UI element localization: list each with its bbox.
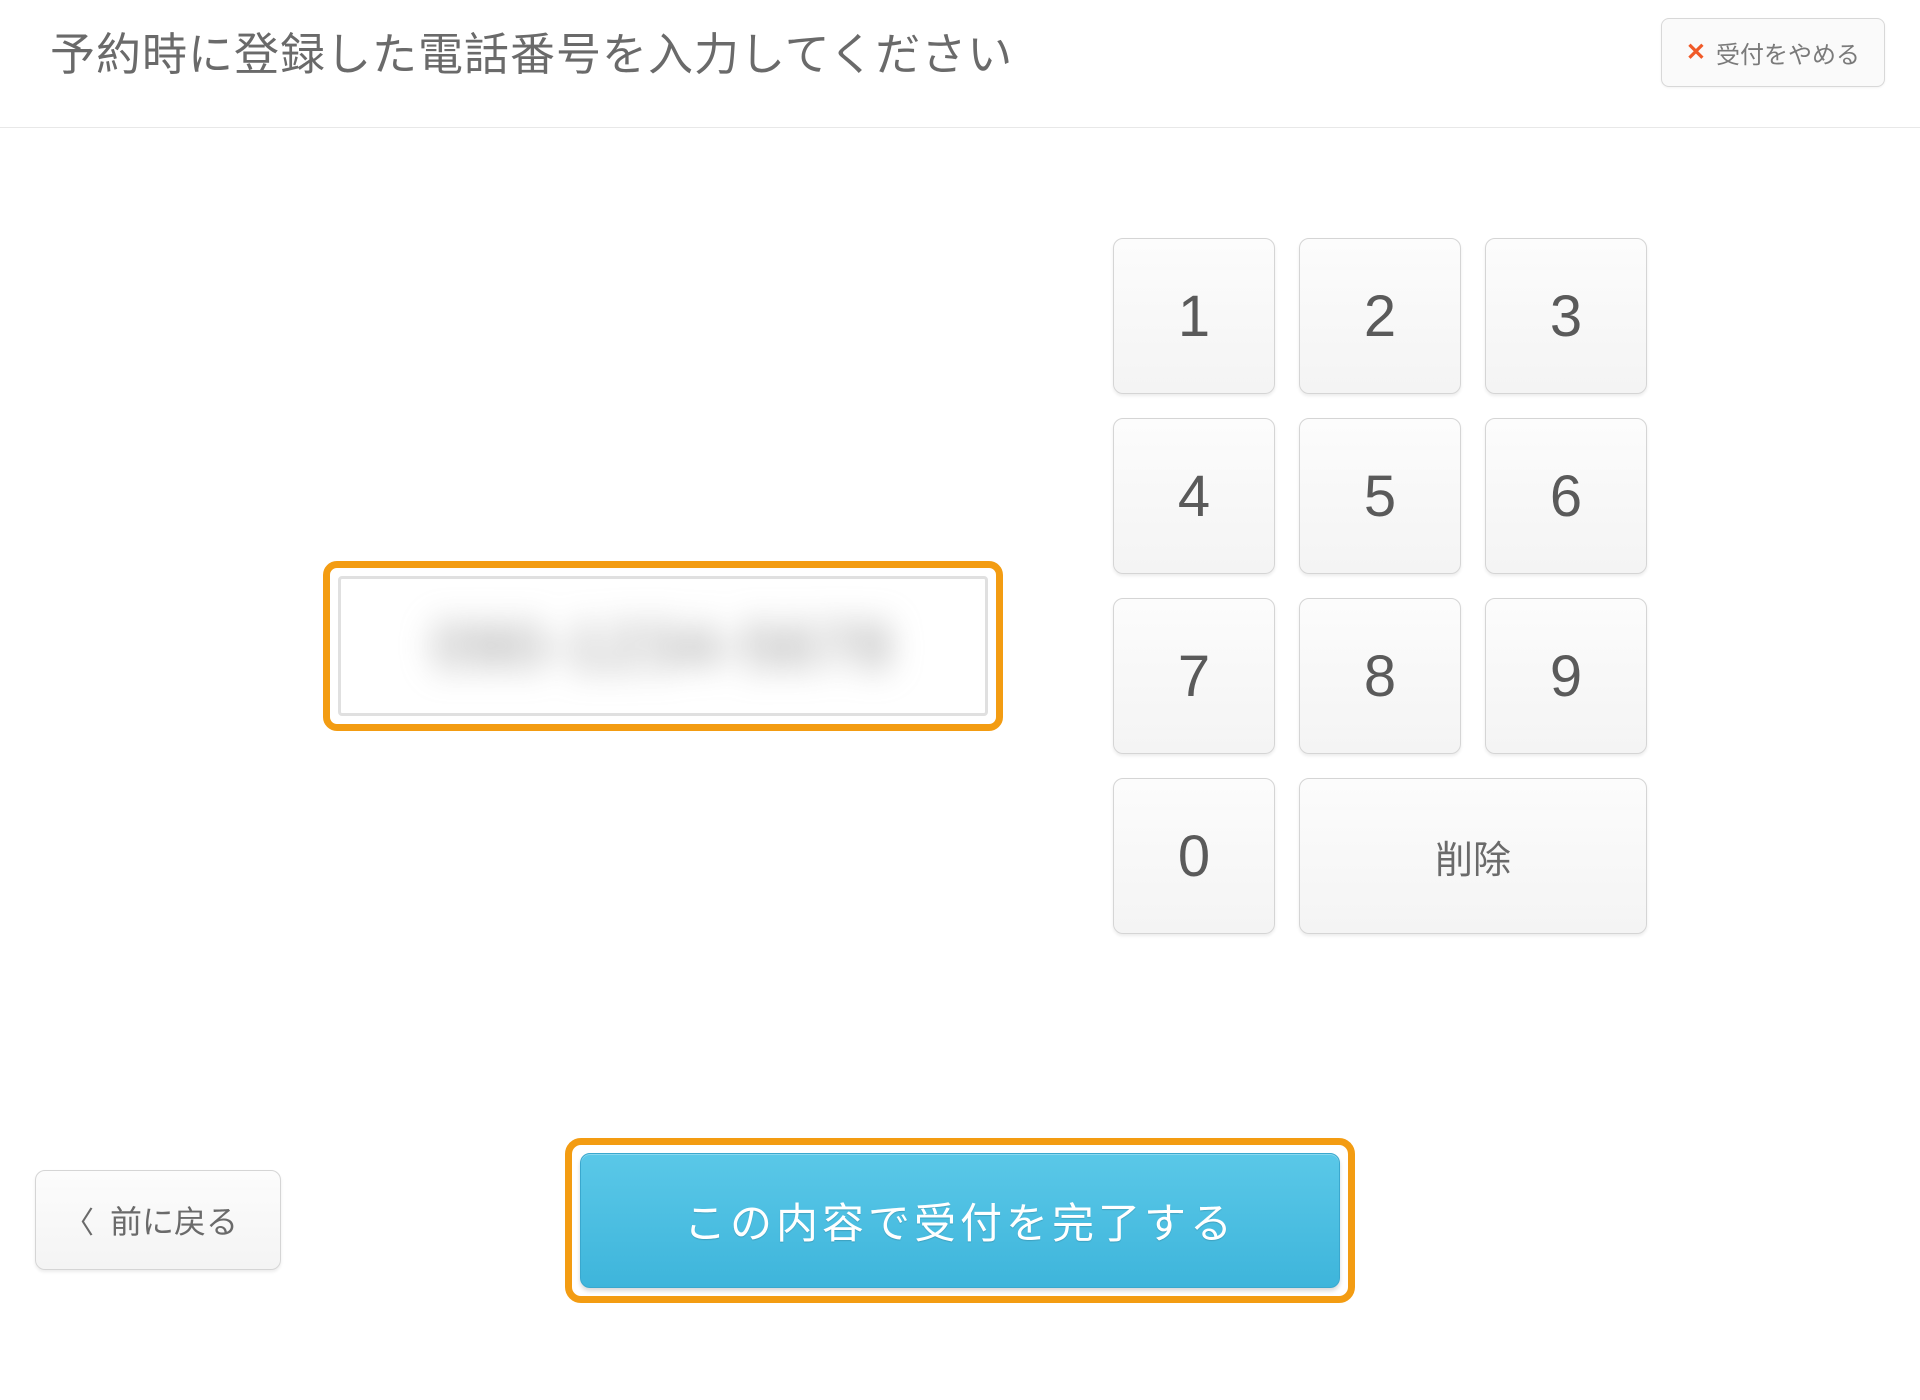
phone-value: 090-1234-5678 <box>351 589 975 703</box>
numeric-keypad: 1 2 3 4 5 6 7 8 9 0 削除 <box>1113 238 1647 934</box>
main-content: 090-1234-5678 1 2 3 4 5 6 7 8 9 0 削除 <box>0 128 1920 934</box>
header: 予約時に登録した電話番号を入力してください ✕ 受付をやめる <box>0 0 1920 128</box>
chevron-left-icon: 〈 <box>64 1198 94 1242</box>
keypad-delete-button[interactable]: 削除 <box>1299 778 1647 934</box>
footer: 〈 前に戻る この内容で受付を完了する <box>0 1170 1920 1270</box>
keypad-3-button[interactable]: 3 <box>1485 238 1647 394</box>
keypad-0-button[interactable]: 0 <box>1113 778 1275 934</box>
submit-highlight: この内容で受付を完了する <box>565 1138 1355 1303</box>
back-button[interactable]: 〈 前に戻る <box>35 1170 281 1270</box>
keypad-1-button[interactable]: 1 <box>1113 238 1275 394</box>
close-icon: ✕ <box>1686 38 1706 67</box>
keypad-2-button[interactable]: 2 <box>1299 238 1461 394</box>
keypad-7-button[interactable]: 7 <box>1113 598 1275 754</box>
keypad-6-button[interactable]: 6 <box>1485 418 1647 574</box>
page-title: 予約時に登録した電話番号を入力してください <box>50 18 1013 83</box>
cancel-button-label: 受付をやめる <box>1716 35 1860 70</box>
phone-display-highlight: 090-1234-5678 <box>323 561 1003 731</box>
phone-input-display[interactable]: 090-1234-5678 <box>338 576 988 716</box>
complete-reception-button[interactable]: この内容で受付を完了する <box>580 1153 1340 1288</box>
keypad-8-button[interactable]: 8 <box>1299 598 1461 754</box>
keypad-4-button[interactable]: 4 <box>1113 418 1275 574</box>
phone-display-section: 090-1234-5678 <box>273 238 1053 934</box>
keypad-5-button[interactable]: 5 <box>1299 418 1461 574</box>
keypad-9-button[interactable]: 9 <box>1485 598 1647 754</box>
cancel-reception-button[interactable]: ✕ 受付をやめる <box>1661 18 1885 87</box>
back-button-label: 前に戻る <box>110 1197 238 1243</box>
